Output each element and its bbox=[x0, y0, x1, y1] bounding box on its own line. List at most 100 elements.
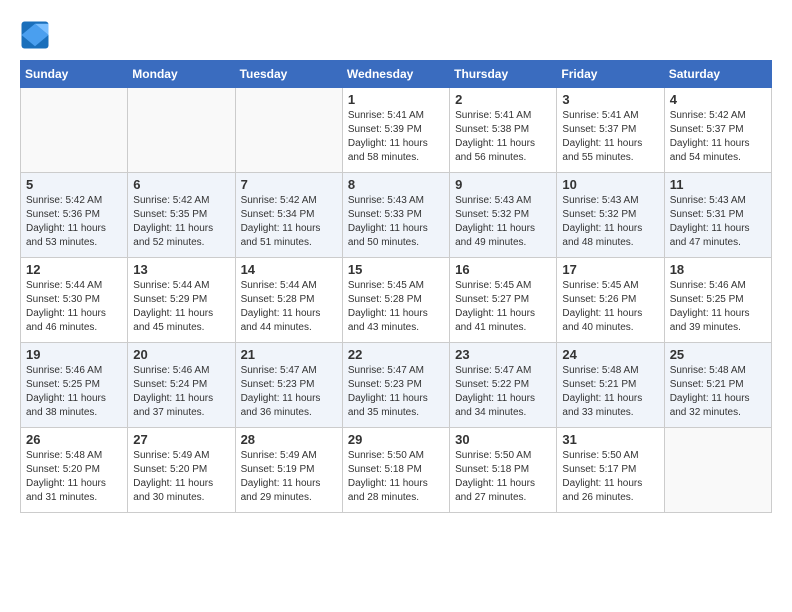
calendar-cell: 23Sunrise: 5:47 AM Sunset: 5:22 PM Dayli… bbox=[450, 343, 557, 428]
calendar-cell: 7 Sunrise: 5:42 AM Sunset: 5:34 PM Daylig… bbox=[235, 173, 342, 258]
calendar-cell: 21 Sunrise: 5:47 AM Sunset: 5:23 PM Dayli… bbox=[235, 343, 342, 428]
calendar-cell: 26 Sunrise: 5:48 AM Sunset: 5:20 PM Dayli… bbox=[21, 428, 128, 513]
cell-info: Sunrise: 5:48 AM Sunset: 5:20 PM Dayligh… bbox=[26, 449, 122, 505]
calendar-cell: 1Sunrise: 5:41 AM Sunset: 5:39 PM Daylig… bbox=[342, 88, 449, 173]
calendar-week-1: 1Sunrise: 5:41 AM Sunset: 5:39 PM Daylig… bbox=[21, 88, 772, 173]
cell-info: Sunrise: 5:45 AM Sunset: 5:28 PM Dayligh… bbox=[348, 279, 444, 335]
page-header bbox=[20, 20, 772, 50]
calendar-cell: 19 Sunrise: 5:46 AM Sunset: 5:25 PM Dayli… bbox=[21, 343, 128, 428]
calendar-cell: 16Sunrise: 5:45 AM Sunset: 5:27 PM Dayli… bbox=[450, 258, 557, 343]
day-number: 4 bbox=[670, 92, 766, 107]
calendar-cell bbox=[235, 88, 342, 173]
day-header-sunday: Sunday bbox=[21, 61, 128, 88]
calendar-cell: 4 Sunrise: 5:42 AM Sunset: 5:37 PM Daylig… bbox=[664, 88, 771, 173]
day-number: 26 bbox=[26, 432, 122, 447]
calendar-cell bbox=[128, 88, 235, 173]
cell-info: Sunrise: 5:46 AM Sunset: 5:24 PM Dayligh… bbox=[133, 364, 229, 420]
cell-info: Sunrise: 5:43 AM Sunset: 5:31 PM Dayligh… bbox=[670, 194, 766, 250]
calendar-cell: 8Sunrise: 5:43 AM Sunset: 5:33 PM Daylig… bbox=[342, 173, 449, 258]
cell-info: Sunrise: 5:50 AM Sunset: 5:18 PM Dayligh… bbox=[455, 449, 551, 505]
cell-info: Sunrise: 5:41 AM Sunset: 5:37 PM Dayligh… bbox=[562, 109, 658, 165]
day-number: 14 bbox=[241, 262, 337, 277]
day-number: 7 bbox=[241, 177, 337, 192]
day-header-tuesday: Tuesday bbox=[235, 61, 342, 88]
day-number: 2 bbox=[455, 92, 551, 107]
day-number: 5 bbox=[26, 177, 122, 192]
calendar-week-3: 12Sunrise: 5:44 AM Sunset: 5:30 PM Dayli… bbox=[21, 258, 772, 343]
calendar-cell: 12Sunrise: 5:44 AM Sunset: 5:30 PM Dayli… bbox=[21, 258, 128, 343]
cell-info: Sunrise: 5:42 AM Sunset: 5:36 PM Dayligh… bbox=[26, 194, 122, 250]
cell-info: Sunrise: 5:48 AM Sunset: 5:21 PM Dayligh… bbox=[562, 364, 658, 420]
calendar-cell: 22 Sunrise: 5:47 AM Sunset: 5:23 PM Dayli… bbox=[342, 343, 449, 428]
logo-icon bbox=[20, 20, 50, 50]
day-number: 19 bbox=[26, 347, 122, 362]
day-number: 29 bbox=[348, 432, 444, 447]
day-number: 28 bbox=[241, 432, 337, 447]
cell-info: Sunrise: 5:47 AM Sunset: 5:23 PM Dayligh… bbox=[348, 364, 444, 420]
calendar-cell: 9 Sunrise: 5:43 AM Sunset: 5:32 PM Daylig… bbox=[450, 173, 557, 258]
cell-info: Sunrise: 5:43 AM Sunset: 5:32 PM Dayligh… bbox=[562, 194, 658, 250]
day-header-saturday: Saturday bbox=[664, 61, 771, 88]
calendar-cell: 30Sunrise: 5:50 AM Sunset: 5:18 PM Dayli… bbox=[450, 428, 557, 513]
day-number: 8 bbox=[348, 177, 444, 192]
cell-info: Sunrise: 5:45 AM Sunset: 5:27 PM Dayligh… bbox=[455, 279, 551, 335]
cell-info: Sunrise: 5:41 AM Sunset: 5:39 PM Dayligh… bbox=[348, 109, 444, 165]
cell-info: Sunrise: 5:50 AM Sunset: 5:17 PM Dayligh… bbox=[562, 449, 658, 505]
calendar-cell: 18Sunrise: 5:46 AM Sunset: 5:25 PM Dayli… bbox=[664, 258, 771, 343]
cell-info: Sunrise: 5:49 AM Sunset: 5:19 PM Dayligh… bbox=[241, 449, 337, 505]
day-header-wednesday: Wednesday bbox=[342, 61, 449, 88]
day-number: 22 bbox=[348, 347, 444, 362]
cell-info: Sunrise: 5:44 AM Sunset: 5:30 PM Dayligh… bbox=[26, 279, 122, 335]
day-number: 17 bbox=[562, 262, 658, 277]
day-number: 31 bbox=[562, 432, 658, 447]
cell-info: Sunrise: 5:48 AM Sunset: 5:21 PM Dayligh… bbox=[670, 364, 766, 420]
calendar-week-4: 19 Sunrise: 5:46 AM Sunset: 5:25 PM Dayli… bbox=[21, 343, 772, 428]
cell-info: Sunrise: 5:42 AM Sunset: 5:34 PM Dayligh… bbox=[241, 194, 337, 250]
calendar-cell: 17 Sunrise: 5:45 AM Sunset: 5:26 PM Dayli… bbox=[557, 258, 664, 343]
cell-info: Sunrise: 5:42 AM Sunset: 5:37 PM Dayligh… bbox=[670, 109, 766, 165]
calendar-cell: 25 Sunrise: 5:48 AM Sunset: 5:21 PM Dayli… bbox=[664, 343, 771, 428]
cell-info: Sunrise: 5:43 AM Sunset: 5:32 PM Dayligh… bbox=[455, 194, 551, 250]
calendar-cell: 10 Sunrise: 5:43 AM Sunset: 5:32 PM Dayli… bbox=[557, 173, 664, 258]
calendar-cell: 20 Sunrise: 5:46 AM Sunset: 5:24 PM Dayli… bbox=[128, 343, 235, 428]
calendar-cell: 3 Sunrise: 5:41 AM Sunset: 5:37 PM Daylig… bbox=[557, 88, 664, 173]
day-number: 20 bbox=[133, 347, 229, 362]
day-number: 23 bbox=[455, 347, 551, 362]
calendar-cell bbox=[664, 428, 771, 513]
day-number: 9 bbox=[455, 177, 551, 192]
calendar-cell: 13Sunrise: 5:44 AM Sunset: 5:29 PM Dayli… bbox=[128, 258, 235, 343]
day-number: 27 bbox=[133, 432, 229, 447]
cell-info: Sunrise: 5:44 AM Sunset: 5:28 PM Dayligh… bbox=[241, 279, 337, 335]
cell-info: Sunrise: 5:47 AM Sunset: 5:23 PM Dayligh… bbox=[241, 364, 337, 420]
cell-info: Sunrise: 5:50 AM Sunset: 5:18 PM Dayligh… bbox=[348, 449, 444, 505]
header-row: SundayMondayTuesdayWednesdayThursdayFrid… bbox=[21, 61, 772, 88]
day-header-friday: Friday bbox=[557, 61, 664, 88]
cell-info: Sunrise: 5:46 AM Sunset: 5:25 PM Dayligh… bbox=[26, 364, 122, 420]
day-header-thursday: Thursday bbox=[450, 61, 557, 88]
day-number: 25 bbox=[670, 347, 766, 362]
day-number: 15 bbox=[348, 262, 444, 277]
calendar-cell: 31 Sunrise: 5:50 AM Sunset: 5:17 PM Dayli… bbox=[557, 428, 664, 513]
cell-info: Sunrise: 5:45 AM Sunset: 5:26 PM Dayligh… bbox=[562, 279, 658, 335]
cell-info: Sunrise: 5:42 AM Sunset: 5:35 PM Dayligh… bbox=[133, 194, 229, 250]
calendar-week-2: 5 Sunrise: 5:42 AM Sunset: 5:36 PM Daylig… bbox=[21, 173, 772, 258]
day-number: 21 bbox=[241, 347, 337, 362]
calendar-cell: 28 Sunrise: 5:49 AM Sunset: 5:19 PM Dayli… bbox=[235, 428, 342, 513]
calendar-cell bbox=[21, 88, 128, 173]
calendar-cell: 14 Sunrise: 5:44 AM Sunset: 5:28 PM Dayli… bbox=[235, 258, 342, 343]
logo bbox=[20, 20, 54, 50]
calendar-cell: 6 Sunrise: 5:42 AM Sunset: 5:35 PM Daylig… bbox=[128, 173, 235, 258]
calendar-cell: 2Sunrise: 5:41 AM Sunset: 5:38 PM Daylig… bbox=[450, 88, 557, 173]
day-number: 24 bbox=[562, 347, 658, 362]
day-number: 3 bbox=[562, 92, 658, 107]
cell-info: Sunrise: 5:49 AM Sunset: 5:20 PM Dayligh… bbox=[133, 449, 229, 505]
calendar-cell: 27 Sunrise: 5:49 AM Sunset: 5:20 PM Dayli… bbox=[128, 428, 235, 513]
day-number: 18 bbox=[670, 262, 766, 277]
calendar-week-5: 26 Sunrise: 5:48 AM Sunset: 5:20 PM Dayli… bbox=[21, 428, 772, 513]
day-number: 11 bbox=[670, 177, 766, 192]
cell-info: Sunrise: 5:44 AM Sunset: 5:29 PM Dayligh… bbox=[133, 279, 229, 335]
calendar-cell: 29 Sunrise: 5:50 AM Sunset: 5:18 PM Dayli… bbox=[342, 428, 449, 513]
day-number: 10 bbox=[562, 177, 658, 192]
calendar-cell: 15 Sunrise: 5:45 AM Sunset: 5:28 PM Dayli… bbox=[342, 258, 449, 343]
day-number: 6 bbox=[133, 177, 229, 192]
